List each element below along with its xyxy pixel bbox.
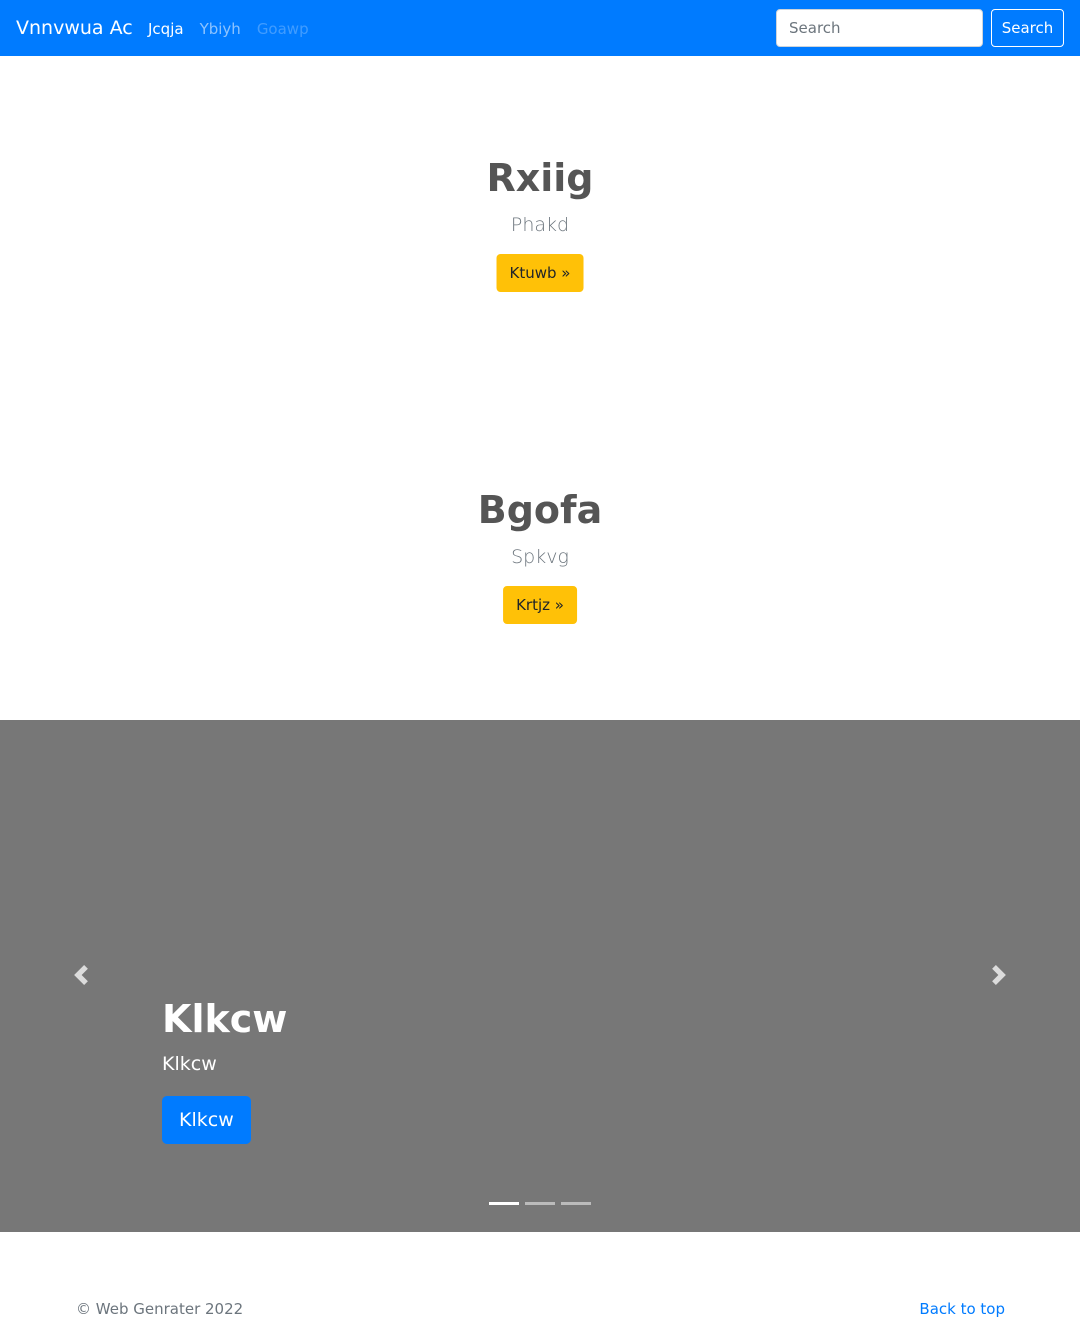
hero-1-subtitle: Phakd bbox=[510, 214, 570, 236]
search-button[interactable]: Search bbox=[991, 9, 1064, 47]
back-to-top-link[interactable]: Back to top bbox=[919, 1298, 1005, 1320]
carousel-indicator-1[interactable] bbox=[489, 1202, 519, 1205]
carousel-indicators bbox=[489, 1202, 597, 1205]
brand-logo-text[interactable]: Vnnvwua Ac bbox=[16, 15, 133, 41]
hero-2-button[interactable]: Krtjz » bbox=[503, 586, 577, 624]
carousel-caption-button[interactable]: Klkcw bbox=[162, 1096, 251, 1144]
carousel-indicator-3[interactable] bbox=[561, 1202, 591, 1205]
hero-2-title: Bgofa bbox=[477, 488, 603, 532]
hero-1-title: Rxiig bbox=[486, 156, 594, 200]
hero-section-2: Bgofa Spkvg Krtjz » bbox=[0, 388, 1080, 720]
footer-copyright: © Web Genrater 2022 bbox=[76, 1300, 244, 1318]
nav-link-goawp: Goawp bbox=[256, 20, 309, 38]
nav-links: Jcqja Ybiyh Goawp bbox=[148, 18, 325, 40]
search-input[interactable] bbox=[776, 9, 983, 47]
chevron-left-icon bbox=[74, 965, 88, 985]
carousel-caption-subtitle: Klkcw bbox=[162, 1053, 217, 1075]
hero-section-1: Rxiig Phakd Ktuwb » bbox=[0, 56, 1080, 388]
carousel-prev-control[interactable] bbox=[0, 720, 162, 1232]
hero-1-button[interactable]: Ktuwb » bbox=[496, 254, 584, 292]
carousel-indicator-2[interactable] bbox=[525, 1202, 555, 1205]
carousel: Klkcw Klkcw Klkcw bbox=[0, 720, 1080, 1232]
carousel-caption-title: Klkcw bbox=[162, 997, 288, 1041]
carousel-next-control[interactable] bbox=[918, 720, 1080, 1232]
nav-link-jcqja[interactable]: Jcqja bbox=[148, 18, 184, 40]
hero-2-subtitle: Spkvg bbox=[511, 546, 569, 568]
chevron-right-icon bbox=[992, 965, 1006, 985]
nav-link-ybiyh[interactable]: Ybiyh bbox=[200, 18, 241, 40]
top-navbar: Vnnvwua Ac Jcqja Ybiyh Goawp Search bbox=[0, 0, 1080, 56]
